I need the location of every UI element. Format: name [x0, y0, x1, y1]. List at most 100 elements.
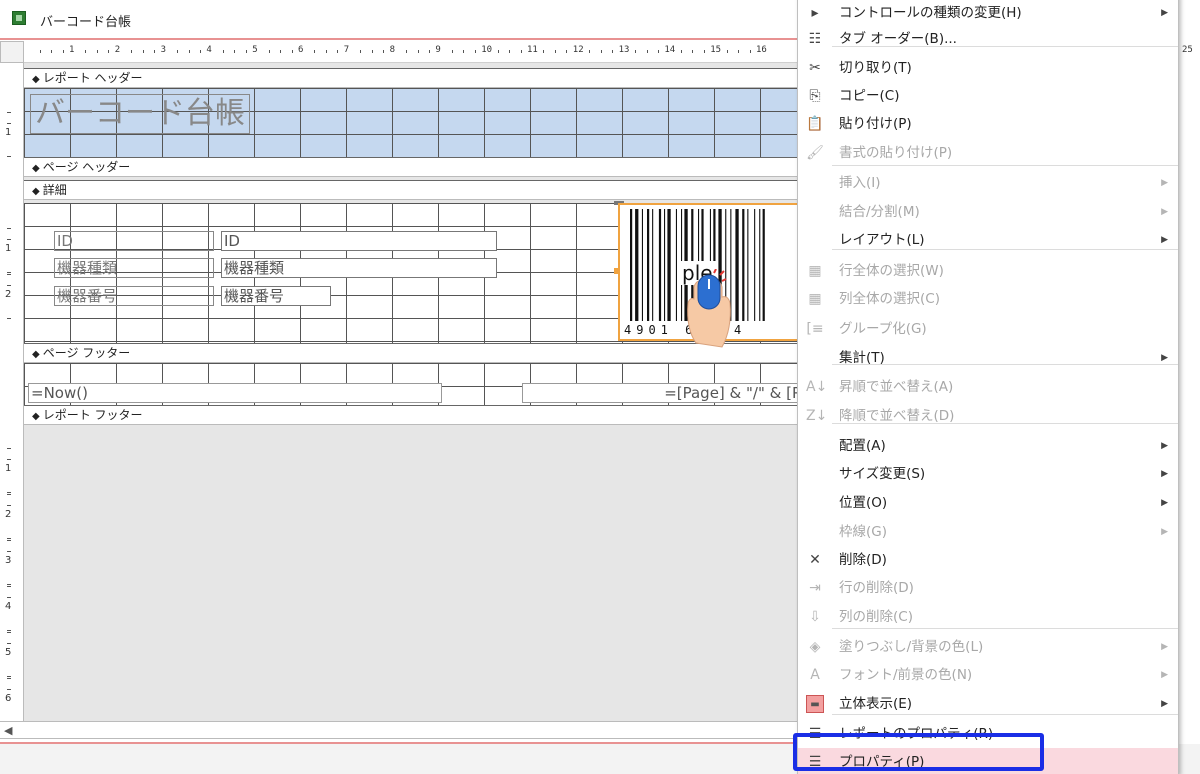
- format-paste-icon: 🖌: [806, 145, 824, 161]
- ruler-tick: [337, 50, 339, 53]
- ruler-tick: [85, 50, 87, 53]
- vruler-mark: 1: [5, 463, 12, 474]
- menu-item-label: 塗りつぶし/背景の色(L): [839, 639, 984, 655]
- vruler-mark: 1: [5, 127, 12, 138]
- ruler-mark: 13: [618, 45, 630, 55]
- ruler-tick: [360, 50, 362, 53]
- now-field[interactable]: =Now(): [28, 383, 442, 403]
- menu-item-format-paste[interactable]: 🖌 書式の貼り付け(P): [798, 139, 1178, 167]
- menu-item-item-7[interactable]: 結合/分割(M) ▶: [798, 198, 1178, 226]
- menu-separator: [832, 46, 1178, 47]
- type-field[interactable]: 機器種類: [221, 258, 497, 278]
- menu-item-delete-row[interactable]: ⇥ 行の削除(D): [798, 574, 1178, 602]
- menu-item-change-control[interactable]: ▸ コントロールの種類の変更(H) ▶: [798, 0, 1178, 27]
- ruler-tick: [554, 50, 556, 53]
- menu-item-item-6[interactable]: 挿入(I) ▶: [798, 169, 1178, 197]
- menu-item-paste[interactable]: 📋 貼り付け(P): [798, 110, 1178, 138]
- ruler-tick: [738, 50, 740, 53]
- context-menu[interactable]: ▸ コントロールの種類の変更(H) ▶ ☷ タブ オーダー(B)... ✂ 切り取り(T) ⎘…: [797, 0, 1179, 774]
- number-label[interactable]: 機器番号: [54, 286, 214, 306]
- report-title-label[interactable]: バーコード台帳: [30, 94, 250, 134]
- vruler-tick: [7, 597, 11, 598]
- menu-item-sort-descending[interactable]: Z↓ 降順で並べ替え(D): [798, 402, 1178, 430]
- menu-item-item-12[interactable]: 集計(T) ▶: [798, 344, 1178, 372]
- menu-item-fill-color[interactable]: ◈ 塗りつぶし/背景の色(L) ▶: [798, 633, 1178, 661]
- menu-item-item-17[interactable]: 位置(O) ▶: [798, 489, 1178, 517]
- menu-item-item-18[interactable]: 枠線(G) ▶: [798, 518, 1178, 546]
- menu-item-copy[interactable]: ⎘ コピー(C): [798, 82, 1178, 110]
- ruler-mark: 12: [572, 45, 584, 55]
- menu-item-group[interactable]: [≡ グループ化(G): [798, 315, 1178, 343]
- vruler-tick: [7, 112, 11, 113]
- vruler-mark: 4: [5, 601, 12, 612]
- ruler-mark: 7: [343, 45, 350, 55]
- menu-separator: [832, 249, 1178, 250]
- submenu-arrow-icon: ▶: [1161, 469, 1168, 479]
- vruler-tick: [7, 678, 11, 679]
- menu-item-scissors[interactable]: ✂ 切り取り(T): [798, 54, 1178, 82]
- ruler-mark: 15: [710, 45, 722, 55]
- menu-item-label: 配置(A): [839, 438, 886, 454]
- menu-separator: [832, 628, 1178, 629]
- menu-item-label: 貼り付け(P): [839, 116, 912, 132]
- page-number-field[interactable]: =[Page] & "/" & [P: [522, 383, 802, 403]
- vruler-mark: 2: [5, 509, 12, 520]
- menu-item-delete-column[interactable]: ⇩ 列の削除(C): [798, 603, 1178, 631]
- menu-item-sort-ascending[interactable]: A↓ 昇順で並べ替え(A): [798, 373, 1178, 401]
- mouse-click-hand-icon: [687, 269, 731, 348]
- vruler-mark: 2: [5, 289, 12, 300]
- ruler-tick: [612, 50, 614, 53]
- ruler-corner[interactable]: [0, 41, 24, 63]
- ruler-tick: [39, 50, 41, 53]
- number-field[interactable]: 機器番号: [221, 286, 331, 306]
- scroll-left-icon[interactable]: ◀: [4, 724, 12, 737]
- report-header-body[interactable]: バーコード台帳: [24, 88, 800, 157]
- menu-item-select-row[interactable]: ▦ 行全体の選択(W): [798, 257, 1178, 285]
- menu-item-label: フォント/前景の色(N): [839, 667, 973, 683]
- menu-item-label: 行全体の選択(W): [839, 263, 944, 279]
- report-design-surface[interactable]: ◆ レポート ヘッダー バーコード台帳 ◆ ページ ヘッダー ◆ 詳細 ID ID 機…: [24, 63, 802, 721]
- ruler-tick: [245, 50, 247, 53]
- properties-highlight-box: [793, 733, 1044, 771]
- ruler-tick: [291, 50, 293, 53]
- submenu-arrow-icon: ▶: [1161, 527, 1168, 537]
- ruler-tick: [222, 50, 224, 53]
- section-bar-report-header[interactable]: ◆ レポート ヘッダー: [24, 68, 800, 88]
- ruler-mark: 4: [206, 45, 212, 55]
- horizontal-scrollbar[interactable]: ◀: [0, 721, 800, 739]
- section-bar-page-header[interactable]: ◆ ページ ヘッダー: [24, 157, 800, 177]
- menu-item-delete[interactable]: ✕ 削除(D): [798, 546, 1178, 574]
- menu-item-label: コピー(C): [839, 88, 900, 104]
- vruler-tick: [7, 676, 11, 677]
- ruler-tick: [199, 50, 201, 53]
- delete-icon: ✕: [809, 552, 821, 568]
- menu-item-label: 位置(O): [839, 495, 888, 511]
- section-bar-report-footer[interactable]: ◆ レポート フッター: [24, 405, 800, 425]
- menu-item-item-15[interactable]: 配置(A) ▶: [798, 432, 1178, 460]
- menu-item-label: 切り取り(T): [839, 60, 912, 76]
- ruler-tick: [371, 50, 373, 53]
- ruler-mark: 5: [252, 45, 258, 55]
- ruler-tick: [314, 50, 316, 53]
- select-column-icon: ▦: [808, 291, 822, 307]
- id-field[interactable]: ID: [221, 231, 497, 251]
- page-footer-body[interactable]: =Now() =[Page] & "/" & [P: [24, 363, 802, 405]
- vruler-mark: 1: [5, 243, 12, 254]
- menu-item-tab-order[interactable]: ☷ タブ オーダー(B)...: [798, 25, 1178, 53]
- menu-item-font-color[interactable]: A フォント/前景の色(N) ▶: [798, 661, 1178, 689]
- menu-item-item-16[interactable]: サイズ変更(S) ▶: [798, 460, 1178, 488]
- type-label[interactable]: 機器種類: [54, 258, 214, 278]
- menu-item-select-column[interactable]: ▦ 列全体の選択(C): [798, 285, 1178, 313]
- section-bar-detail[interactable]: ◆ 詳細: [24, 180, 800, 200]
- barcode-bar: [641, 209, 643, 321]
- barcode-bar: [664, 209, 666, 321]
- id-label[interactable]: ID: [54, 231, 214, 251]
- vruler-mark: 3: [5, 555, 12, 566]
- vruler-tick: [7, 494, 11, 495]
- ruler-mark: 6: [298, 45, 304, 55]
- vruler-tick: [7, 632, 11, 633]
- menu-item-label: 列全体の選択(C): [839, 291, 940, 307]
- scissors-icon: ✂: [809, 60, 821, 76]
- menu-item-label: 行の削除(D): [839, 580, 914, 596]
- vertical-ruler[interactable]: 1 1 2 1 2 3 4 5 6: [0, 63, 24, 723]
